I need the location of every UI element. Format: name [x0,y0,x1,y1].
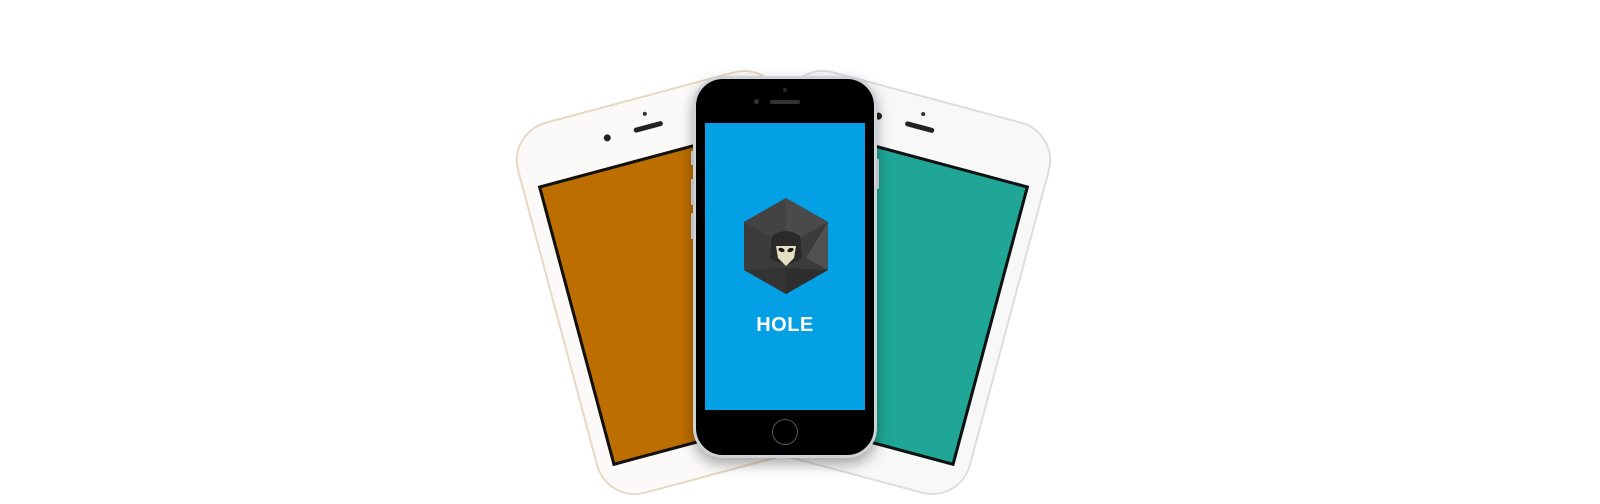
center-phone-sensor [783,88,787,92]
center-phone-camera [754,99,759,104]
volume-up-button [691,179,694,205]
left-phone-sensor [641,111,647,117]
center-phone: HOLE [691,76,879,458]
home-button [772,419,798,445]
app-splash-screen: HOLE [705,123,865,410]
app-title: HOLE [756,314,814,336]
volume-down-button [691,213,694,239]
phone-mockup-stage: HOLE [0,0,1600,504]
power-button [876,159,879,189]
center-phone-speaker [770,100,800,104]
right-phone-speaker [904,120,935,134]
left-phone-camera [602,133,612,143]
left-phone-speaker [632,120,663,134]
hooded-figure-hexagon-icon [744,198,828,294]
right-phone-sensor [920,111,926,117]
mute-switch [691,151,694,165]
